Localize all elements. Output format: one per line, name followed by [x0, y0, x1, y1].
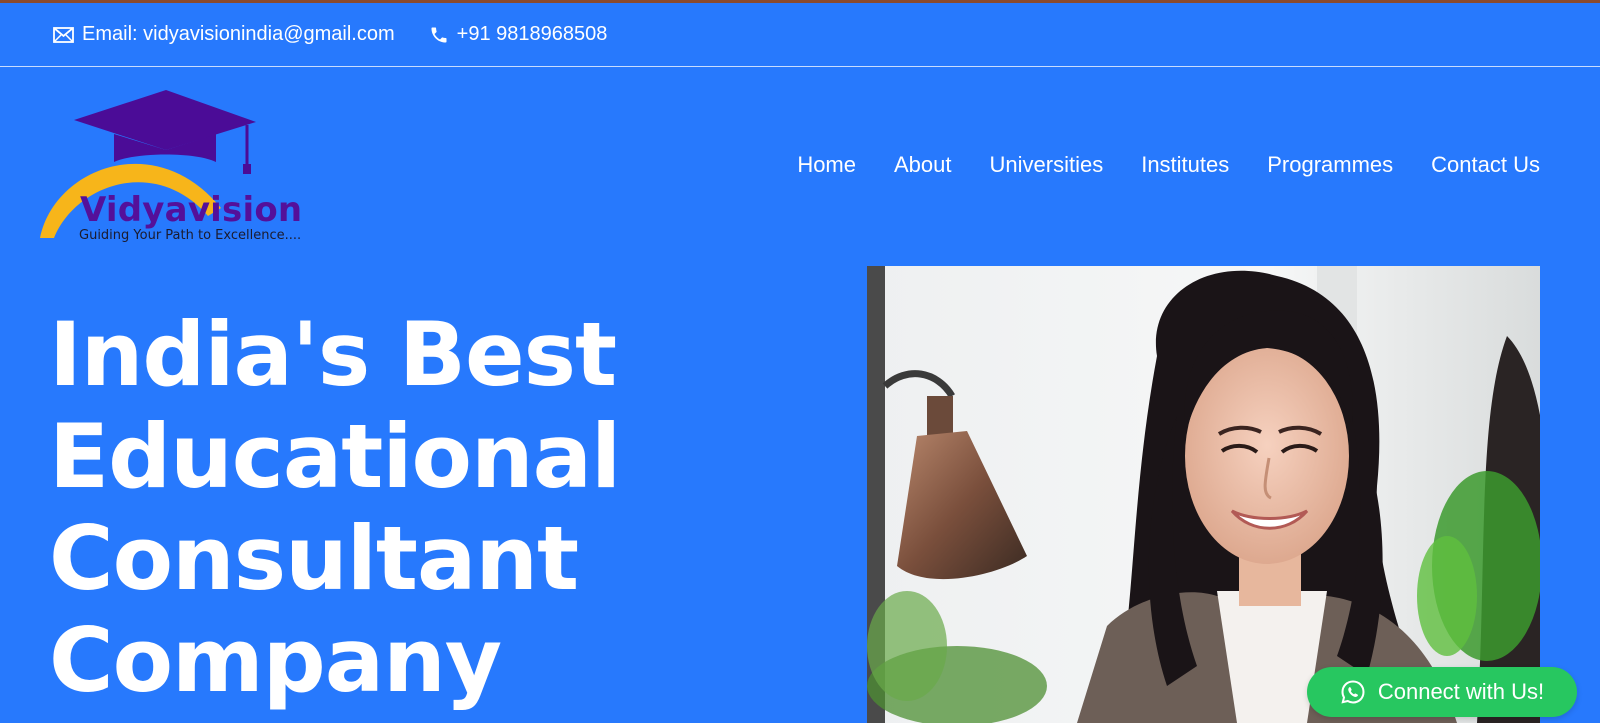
headline-line: Company	[49, 609, 502, 712]
hero-photo	[867, 266, 1540, 723]
phone-text: +91 9818968508	[456, 23, 608, 45]
whatsapp-icon	[1341, 680, 1365, 704]
nav-contact-us[interactable]: Contact Us	[1431, 152, 1540, 178]
headline-line: Educational	[49, 405, 621, 508]
nav-institutes[interactable]: Institutes	[1141, 152, 1229, 178]
nav-home[interactable]: Home	[797, 152, 856, 178]
connect-with-us-button[interactable]: Connect with Us!	[1307, 667, 1577, 717]
nav-universities[interactable]: Universities	[990, 152, 1104, 178]
contact-topbar: Email: vidyavisionindia@gmail.com +91 98…	[0, 3, 1600, 67]
headline-line: India's Best	[49, 303, 617, 406]
cta-label: Connect with Us!	[1377, 679, 1545, 704]
phone-icon	[431, 27, 447, 42]
hero-headline: India's Best Educational Consultant Comp…	[49, 303, 621, 712]
graduation-cap-icon	[74, 90, 256, 150]
headline-line: Consultant	[49, 507, 579, 610]
nav-programmes[interactable]: Programmes	[1267, 152, 1393, 178]
main-nav: Home About Universities Institutes Progr…	[759, 152, 1540, 178]
nav-about[interactable]: About	[894, 152, 952, 178]
email-contact[interactable]: Email: vidyavisionindia@gmail.com	[53, 23, 395, 46]
envelope-icon	[53, 26, 74, 43]
email-text: Email: vidyavisionindia@gmail.com	[82, 23, 395, 45]
brand-name: Vidyavision	[80, 190, 303, 230]
brand-tagline: Guiding Your Path to Excellence....	[79, 228, 302, 243]
phone-contact[interactable]: +91 9818968508	[429, 23, 608, 46]
